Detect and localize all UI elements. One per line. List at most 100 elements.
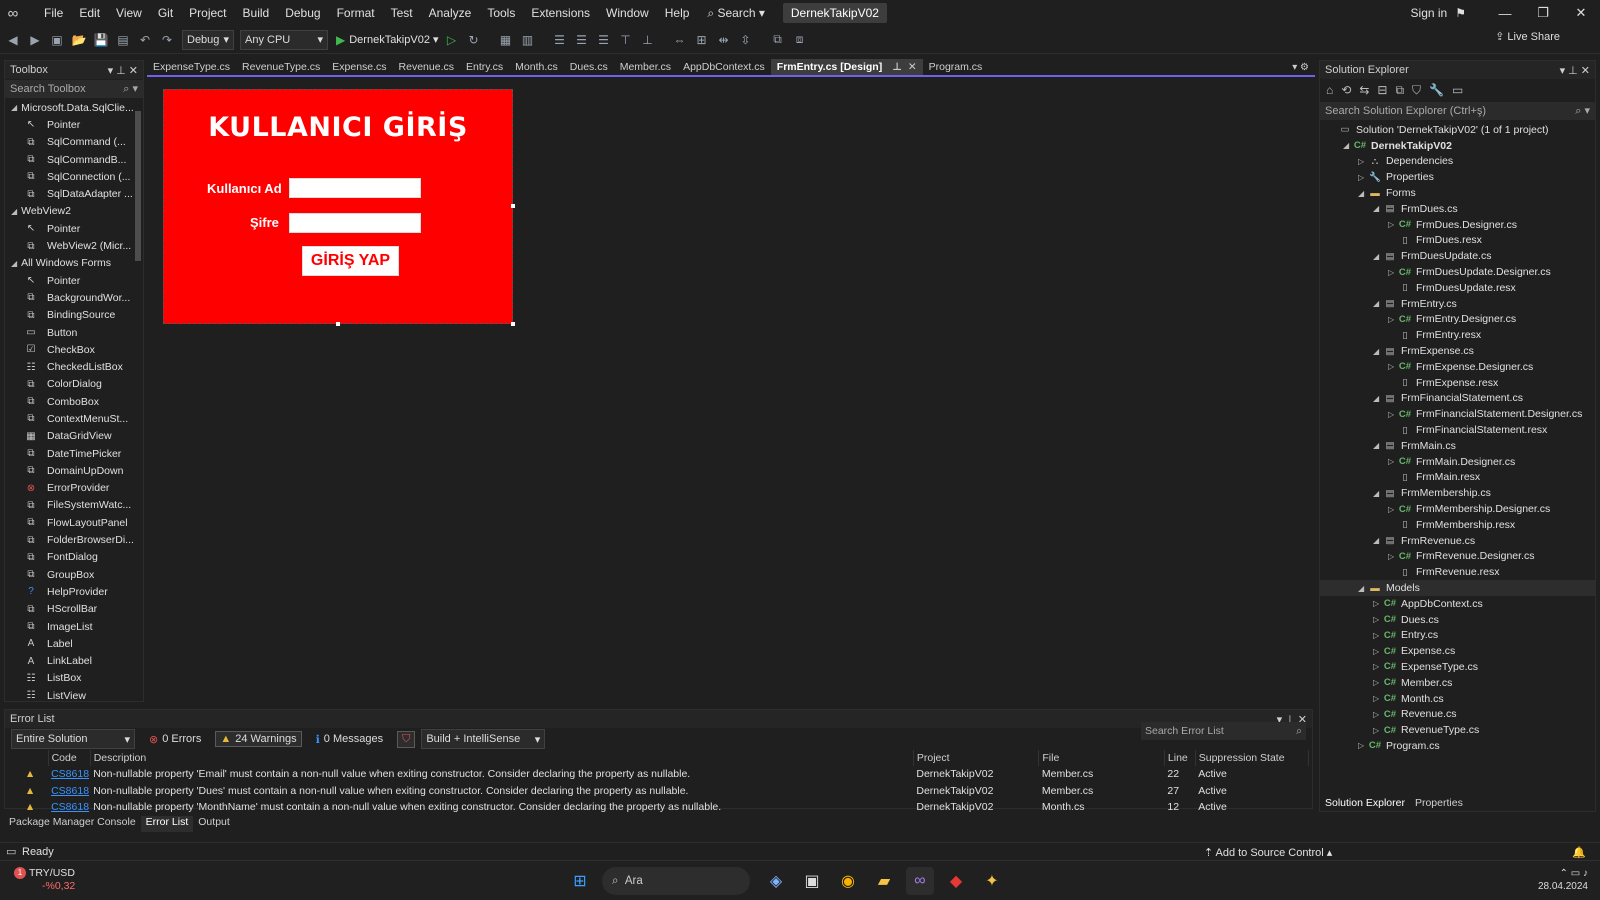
collapse-triangle-icon[interactable]: ◢ <box>1373 536 1383 545</box>
solution-tree-node[interactable]: ◢ ▤ FrmFinancialStatement.cs <box>1320 391 1595 407</box>
resize-handle-right[interactable] <box>511 204 515 208</box>
solution-tree-node[interactable]: ◢ ▬ Models <box>1320 580 1595 596</box>
solution-configuration-select[interactable]: Debug ▾ <box>182 29 234 50</box>
bottom-tab[interactable]: Package Manager Console <box>4 816 141 832</box>
minimize-button[interactable]: — <box>1486 6 1524 21</box>
size-to-grid-icon[interactable]: ⊞ <box>693 31 711 49</box>
save-all-icon[interactable]: ▤ <box>114 31 132 49</box>
solution-tree-node[interactable]: ▷ C# Expense.cs <box>1320 643 1595 659</box>
toolbox-item[interactable]: ⧉ FolderBrowserDi... <box>5 531 143 548</box>
error-code-link[interactable]: CS8618 <box>48 799 90 816</box>
toolbox-item[interactable]: ⧉ HScrollBar <box>5 601 143 618</box>
solution-tree-node[interactable]: ▯ FrmDues.resx <box>1320 233 1595 249</box>
document-tab[interactable]: RevenueType.cs <box>236 59 326 75</box>
scope-select[interactable]: Entire Solution ▾ <box>11 729 135 749</box>
collapse-triangle-icon[interactable]: ◢ <box>1358 584 1368 593</box>
solution-search-input[interactable]: Search Solution Explorer (Ctrl+ş) ⌕ ▾ <box>1320 102 1595 120</box>
build-filter-select[interactable]: Build + IntelliSense ▾ <box>421 729 546 749</box>
horizontal-spacing-icon[interactable]: ⇹ <box>715 31 733 49</box>
solution-tree-node[interactable]: ◢ ▤ FrmRevenue.cs <box>1320 533 1595 549</box>
toolbox-item[interactable]: ⧉ WebView2 (Micr... <box>5 237 143 254</box>
notifications-icon[interactable]: 🔔 <box>1572 846 1586 859</box>
toolbox-item[interactable]: ⧉ BindingSource <box>5 307 143 324</box>
toolbox-item[interactable]: ⧉ SqlCommandB... <box>5 151 143 168</box>
menu-item-analyze[interactable]: Analyze <box>421 0 480 26</box>
toolbox-item[interactable]: ⧉ FontDialog <box>5 549 143 566</box>
solution-tree-node[interactable]: ▷ C# Program.cs <box>1320 738 1595 754</box>
toolbox-item[interactable]: ▭ Button <box>5 324 143 341</box>
login-button[interactable]: GİRİŞ YAP <box>302 246 399 276</box>
toolbox-item[interactable]: A LinkLabel <box>5 653 143 670</box>
solution-tree-node[interactable]: ▯ FrmDuesUpdate.resx <box>1320 280 1595 296</box>
error-row[interactable]: ▲ CS8618 Non-nullable property 'MonthNam… <box>9 799 1309 816</box>
collapse-triangle-icon[interactable]: ◢ <box>1373 394 1383 403</box>
bottom-tab[interactable]: Output <box>193 816 235 832</box>
toolbox-item[interactable]: ⧉ ContextMenuSt... <box>5 410 143 427</box>
toolbox-item[interactable]: ☷ CheckedListBox <box>5 358 143 375</box>
password-textbox[interactable] <box>289 213 421 233</box>
show-all-files-icon[interactable]: ⧉ <box>1395 83 1404 98</box>
error-code-link[interactable]: CS8618 <box>48 766 90 783</box>
solution-tree-node[interactable]: ▯ FrmEntry.resx <box>1320 327 1595 343</box>
toolbox-item[interactable]: A Label <box>5 635 143 652</box>
resize-handle-bottom[interactable] <box>336 322 340 326</box>
app-icon[interactable]: ✦ <box>978 867 1006 895</box>
align-right-icon[interactable]: ☰ <box>595 31 613 49</box>
menu-item-file[interactable]: File <box>36 0 71 26</box>
live-share-button[interactable]: ⇪ Live Share <box>1495 30 1560 43</box>
collapse-triangle-icon[interactable]: ◢ <box>1373 347 1383 356</box>
solution-tree-node[interactable]: ▷ 🔧 Properties <box>1320 169 1595 185</box>
solution-tree-node[interactable]: ▷ C# RevenueType.cs <box>1320 722 1595 738</box>
collapse-all-icon[interactable]: ⊟ <box>1377 83 1387 97</box>
close-tab-icon[interactable]: ✕ <box>908 61 917 73</box>
solution-tree-node[interactable]: ▷ C# AppDbContext.cs <box>1320 596 1595 612</box>
align-center-icon[interactable]: ☰ <box>573 31 591 49</box>
column-header[interactable]: Project <box>913 750 1040 766</box>
collapse-triangle-icon[interactable]: ◢ <box>1373 299 1383 308</box>
collapse-triangle-icon[interactable]: ◢ <box>1373 441 1383 450</box>
toolbox-item[interactable]: ⊗ ErrorProvider <box>5 480 143 497</box>
close-button[interactable]: ✕ <box>1562 5 1600 21</box>
toolbox-item[interactable]: ⧉ SqlConnection (... <box>5 168 143 185</box>
expand-triangle-icon[interactable]: ▷ <box>1373 678 1383 687</box>
toolbox-item[interactable]: ⧉ ColorDialog <box>5 376 143 393</box>
menu-item-project[interactable]: Project <box>181 0 234 26</box>
solution-tree-node[interactable]: ▷ ⛬ Dependencies <box>1320 154 1595 170</box>
toolbox-item[interactable]: ⧉ ComboBox <box>5 393 143 410</box>
solution-tree-node[interactable]: ▷ C# Entry.cs <box>1320 628 1595 644</box>
toolbox-window-controls[interactable]: ▾ ⊥ ✕ <box>108 64 138 77</box>
windows-start-icon[interactable]: ⊞ <box>566 867 594 895</box>
collapse-triangle-icon[interactable]: ◢ <box>1373 204 1383 213</box>
solution-bottom-tab[interactable]: Properties <box>1410 797 1468 809</box>
toolbox-item[interactable]: ☷ ListBox <box>5 670 143 687</box>
toolbox-item[interactable]: ⧉ SqlCommand (... <box>5 134 143 151</box>
preview-icon[interactable]: ▭ <box>1452 83 1463 97</box>
solution-tree-node[interactable]: ▯ FrmMain.resx <box>1320 470 1595 486</box>
warnings-filter[interactable]: ▲ 24 Warnings <box>215 731 302 747</box>
menu-item-test[interactable]: Test <box>383 0 421 26</box>
menu-item-format[interactable]: Format <box>329 0 383 26</box>
document-tab[interactable]: Expense.cs <box>326 59 392 75</box>
messages-filter[interactable]: ℹ0 Messages <box>312 732 388 747</box>
expand-triangle-icon[interactable]: ▷ <box>1388 505 1398 514</box>
menu-item-git[interactable]: Git <box>150 0 181 26</box>
toolbox-item[interactable]: ⧉ GroupBox <box>5 566 143 583</box>
history-icon[interactable]: ⟲ <box>1341 83 1351 97</box>
properties-icon[interactable]: 🔧 <box>1429 83 1444 97</box>
solution-tree-node[interactable]: ◢ ▤ FrmDues.cs <box>1320 201 1595 217</box>
toolbox-item[interactable]: ⧉ BackgroundWor... <box>5 289 143 306</box>
expand-triangle-icon[interactable]: ▷ <box>1373 615 1383 624</box>
document-tab[interactable]: Month.cs <box>509 59 564 75</box>
make-same-size-icon[interactable]: ⇔ <box>671 31 689 49</box>
expand-triangle-icon[interactable]: ▷ <box>1373 662 1383 671</box>
system-tray[interactable]: ⌃ ▭ ♪ 28.04.2024 <box>1538 867 1588 893</box>
solution-tree-node[interactable]: ▯ FrmMembership.resx <box>1320 517 1595 533</box>
expand-triangle-icon[interactable]: ▷ <box>1373 726 1383 735</box>
document-tab[interactable]: Revenue.cs <box>393 59 460 75</box>
toolbox-item[interactable]: ? HelpProvider <box>5 583 143 600</box>
currency-widget[interactable]: 1 TRY/USD -%0,32 <box>14 867 75 893</box>
toolbox-group[interactable]: ◢ WebView2 <box>5 203 143 220</box>
toolbox-item[interactable]: ▦ DataGridView <box>5 428 143 445</box>
expand-triangle-icon[interactable]: ▷ <box>1388 410 1398 419</box>
document-tab[interactable]: Member.cs <box>614 59 677 75</box>
